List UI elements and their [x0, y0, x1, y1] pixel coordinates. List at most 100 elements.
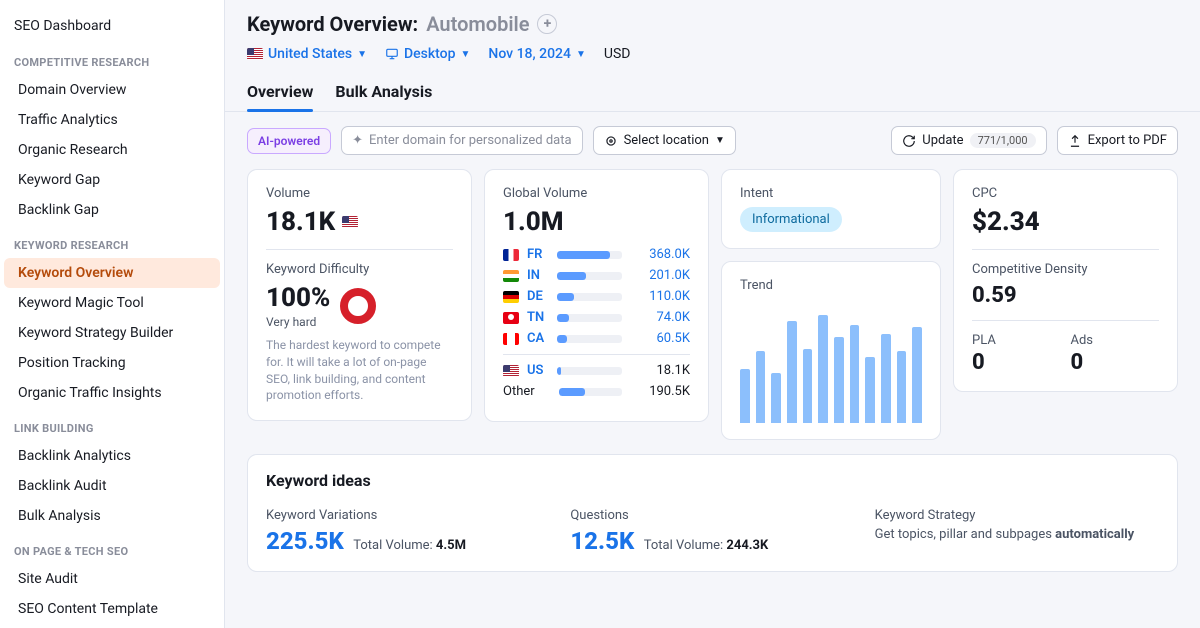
sidebar-title[interactable]: SEO Dashboard — [0, 10, 224, 42]
strategy-block[interactable]: Keyword Strategy Get topics, pillar and … — [875, 508, 1159, 555]
questions-block[interactable]: Questions 12.5K Total Volume: 244.3K — [570, 508, 854, 555]
trend-bar — [803, 349, 813, 423]
sidebar-item[interactable]: Bulk Analysis — [4, 501, 220, 531]
ideas-heading: Keyword ideas — [266, 471, 1159, 490]
variations-label: Keyword Variations — [266, 508, 550, 523]
metrics-grid: Volume 18.1K Keyword Difficulty 100% Ver… — [247, 169, 1178, 440]
sidebar-item[interactable]: Organic Research — [4, 135, 220, 165]
domain-input[interactable]: ✦ Enter domain for personalized data — [341, 126, 582, 155]
tab-overview[interactable]: Overview — [247, 76, 313, 111]
sparkle-icon: ✦ — [352, 133, 363, 148]
global-volume-row[interactable]: Other190.5K — [503, 384, 690, 399]
update-button[interactable]: Update 771/1,000 — [891, 126, 1046, 155]
sidebar-item[interactable]: Backlink Analytics — [4, 441, 220, 471]
tab-bar: Overview Bulk Analysis — [225, 76, 1200, 112]
cpc-card: CPC $2.34 Competitive Density 0.59 PLA 0… — [953, 169, 1178, 392]
kd-value: 100% — [266, 283, 330, 313]
trend-bar — [771, 373, 781, 423]
strategy-label: Keyword Strategy — [875, 508, 1159, 523]
trend-bar — [865, 357, 875, 423]
global-volume-row[interactable]: DE110.0K — [503, 289, 690, 304]
us-flag-icon — [342, 216, 358, 228]
intent-card: Intent Informational — [721, 169, 941, 249]
questions-count: 12.5K — [570, 527, 634, 555]
sidebar-group-header: LINK BUILDING — [0, 408, 224, 441]
cpc-label: CPC — [972, 186, 1159, 201]
sidebar: SEO Dashboard COMPETITIVE RESEARCHDomain… — [0, 0, 225, 628]
sidebar-item[interactable]: Keyword Overview — [4, 258, 220, 288]
trend-bar — [818, 315, 828, 423]
trend-chart — [740, 303, 922, 423]
volume-card: Volume 18.1K Keyword Difficulty 100% Ver… — [247, 169, 472, 421]
main-content: Keyword Overview: Automobile + United St… — [225, 0, 1200, 628]
sidebar-item[interactable]: Keyword Strategy Builder — [4, 318, 220, 348]
sidebar-item[interactable]: Position Tracking — [4, 348, 220, 378]
chevron-down-icon: ▼ — [576, 49, 586, 60]
desktop-icon — [385, 47, 399, 61]
global-volume-value: 1.0M — [503, 207, 690, 237]
sidebar-item[interactable]: Site Audit — [4, 564, 220, 594]
ca-flag-icon — [503, 333, 519, 345]
intent-trend-column: Intent Informational Trend — [721, 169, 941, 440]
page-title: Keyword Overview: Automobile + — [247, 12, 1178, 36]
global-volume-card: Global Volume 1.0M FR368.0K IN201.0K DE110… — [484, 169, 709, 422]
ads-value: 0 — [1071, 350, 1160, 375]
sidebar-item[interactable]: Organic Traffic Insights — [4, 378, 220, 408]
location-select[interactable]: Select location ▼ — [593, 126, 736, 155]
us-flag-icon — [247, 48, 263, 60]
export-pdf-button[interactable]: Export to PDF — [1057, 126, 1178, 155]
trend-label: Trend — [740, 278, 922, 293]
variations-count: 225.5K — [266, 527, 344, 555]
pla-value: 0 — [972, 350, 1061, 375]
trend-bar — [756, 351, 766, 423]
add-keyword-button[interactable]: + — [537, 14, 557, 34]
sidebar-item[interactable]: Keyword Magic Tool — [4, 288, 220, 318]
global-volume-row[interactable]: IN201.0K — [503, 268, 690, 283]
variations-block[interactable]: Keyword Variations 225.5K Total Volume: … — [266, 508, 550, 555]
chevron-down-icon: ▼ — [357, 49, 367, 60]
tab-bulk-analysis[interactable]: Bulk Analysis — [335, 76, 432, 111]
global-volume-row[interactable]: CA60.5K — [503, 331, 690, 346]
us-flag-icon — [503, 365, 519, 377]
trend-card: Trend — [721, 261, 941, 440]
page-title-keyword: Automobile — [426, 12, 529, 36]
trend-bar — [881, 334, 891, 423]
sidebar-item[interactable]: Domain Overview — [4, 75, 220, 105]
trend-bar — [834, 337, 844, 423]
date-filter[interactable]: Nov 18, 2024 ▼ — [488, 46, 585, 62]
upload-icon — [1068, 134, 1082, 148]
global-volume-row[interactable]: US18.1K — [503, 363, 690, 378]
intent-badge: Informational — [740, 207, 842, 232]
kd-description: The hardest keyword to compete for. It w… — [266, 337, 453, 404]
currency-label: USD — [604, 46, 631, 62]
trend-bar — [897, 351, 907, 423]
sidebar-group-header: COMPETITIVE RESEARCH — [0, 42, 224, 75]
target-icon — [604, 134, 618, 148]
trend-bar — [787, 321, 797, 423]
de-flag-icon — [503, 291, 519, 303]
device-filter[interactable]: Desktop ▼ — [385, 46, 470, 62]
kd-label: Keyword Difficulty — [266, 262, 453, 277]
global-volume-row[interactable]: TN74.0K — [503, 310, 690, 325]
sidebar-item[interactable]: Traffic Analytics — [4, 105, 220, 135]
density-value: 0.59 — [972, 283, 1159, 308]
volume-value: 18.1K — [266, 207, 453, 237]
sidebar-item[interactable]: Backlink Gap — [4, 195, 220, 225]
keyword-ideas-card: Keyword ideas Keyword Variations 225.5K … — [247, 454, 1178, 572]
page-title-prefix: Keyword Overview: — [247, 12, 418, 36]
country-filter[interactable]: United States ▼ — [247, 46, 367, 62]
sidebar-item[interactable]: Keyword Gap — [4, 165, 220, 195]
sidebar-item[interactable]: Backlink Audit — [4, 471, 220, 501]
toolbar: AI-powered ✦ Enter domain for personaliz… — [247, 126, 1178, 155]
global-volume-row[interactable]: FR368.0K — [503, 247, 690, 262]
sidebar-group-header: ON PAGE & TECH SEO — [0, 531, 224, 564]
tn-flag-icon — [503, 312, 519, 324]
sidebar-group-header: KEYWORD RESEARCH — [0, 225, 224, 258]
kd-donut-icon — [340, 288, 376, 324]
cpc-value: $2.34 — [972, 207, 1159, 237]
sidebar-item[interactable]: SEO Content Template — [4, 594, 220, 624]
ai-powered-badge: AI-powered — [247, 128, 331, 154]
global-volume-label: Global Volume — [503, 186, 690, 201]
volume-label: Volume — [266, 186, 453, 201]
questions-label: Questions — [570, 508, 854, 523]
